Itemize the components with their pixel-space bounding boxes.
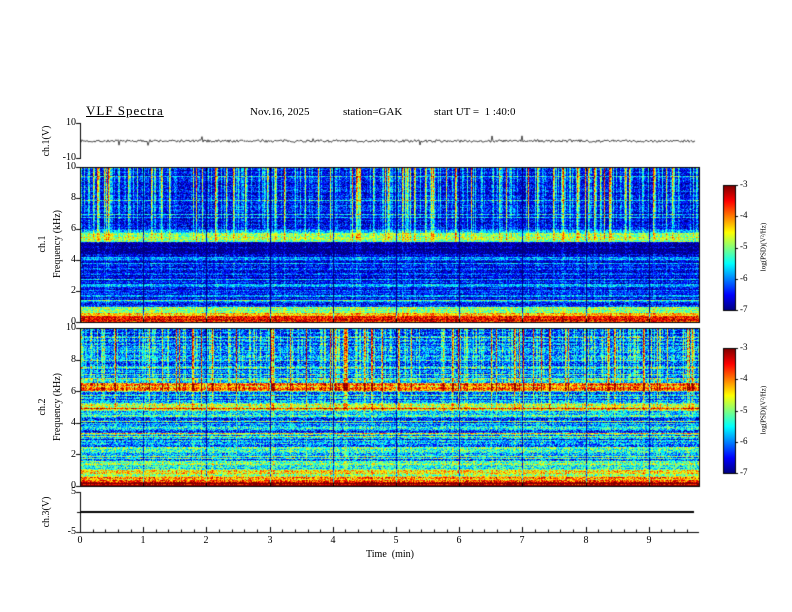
cbar1-tick-2: -5	[740, 241, 748, 251]
vlf-spectra-figure: VLF Spectra Nov.16, 2025 station=GAK sta…	[0, 0, 792, 612]
xtick-9: 9	[646, 535, 652, 546]
plot-canvas	[0, 0, 792, 612]
spec1-ytick-1: 8	[71, 192, 76, 203]
cbar1-tick-3: -6	[740, 273, 748, 283]
xtick-7: 7	[519, 535, 525, 546]
cbar2-tick-3: -6	[740, 436, 748, 446]
cbar2-tick-1: -4	[740, 373, 748, 383]
header-date: Nov.16, 2025	[250, 106, 310, 118]
xtick-8: 8	[583, 535, 589, 546]
spec2-ytick-0: 10	[66, 322, 76, 333]
xtick-5: 5	[393, 535, 399, 546]
xtick-3: 3	[267, 535, 273, 546]
ch3-axis-label: ch.3(V)	[41, 496, 52, 528]
cbar1-tick-4: -7	[740, 304, 748, 314]
cbar2-label: log(PSD)(V²/Hz)	[759, 385, 768, 435]
xtick-0: 0	[77, 535, 83, 546]
cbar1-label: log(PSD)(V²/Hz)	[759, 222, 768, 272]
cbar1-tick-1: -4	[740, 210, 748, 220]
spec2-channel-label: ch.2	[37, 398, 48, 416]
x-axis-label: Time (min)	[366, 549, 414, 560]
ch1v-ytick-max: 10	[66, 117, 76, 128]
header-station: station=GAK	[343, 106, 403, 118]
spec2-ytick-1: 8	[71, 354, 76, 365]
xtick-1: 1	[140, 535, 146, 546]
xtick-6: 6	[456, 535, 462, 546]
cbar1-tick-0: -3	[740, 179, 748, 189]
spec1-channel-label: ch.1	[37, 235, 48, 253]
spec1-ytick-0: 10	[66, 161, 76, 172]
xtick-2: 2	[203, 535, 209, 546]
xtick-4: 4	[330, 535, 336, 546]
figure-title: VLF Spectra	[86, 103, 164, 118]
header-start-ut: start UT = 1 :40:0	[434, 106, 516, 118]
ch3-ytick-max: 5	[71, 486, 76, 497]
ch1v-axis-label: ch.1(V)	[41, 125, 52, 157]
spec2-ytick-4: 2	[71, 449, 76, 460]
spec1-freq-axis-label: Frequency (kHz)	[52, 209, 63, 279]
cbar2-tick-4: -7	[740, 467, 748, 477]
cbar2-tick-0: -3	[740, 342, 748, 352]
cbar2-tick-2: -5	[740, 405, 748, 415]
spec2-freq-axis-label: Frequency (kHz)	[52, 372, 63, 442]
spec1-ytick-4: 2	[71, 285, 76, 296]
